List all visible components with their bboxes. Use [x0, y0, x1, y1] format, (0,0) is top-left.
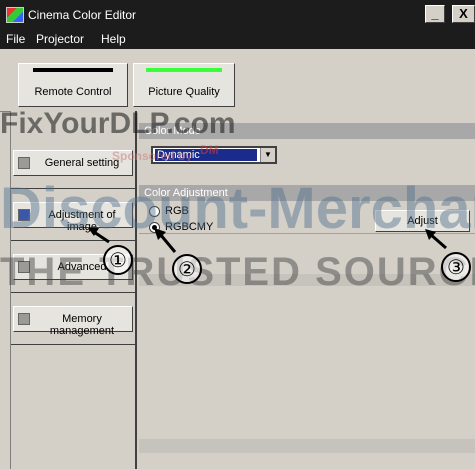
panel-band	[139, 439, 475, 453]
app-icon	[6, 7, 24, 23]
memory-management-label: Memory management	[49, 313, 115, 337]
picture-quality-label: Picture Quality	[148, 86, 220, 98]
menu-projector[interactable]: Projector	[36, 32, 84, 46]
remote-control-button[interactable]: Remote Control	[18, 63, 128, 107]
window-title: Cinema Color Editor	[28, 8, 137, 22]
menu-file[interactable]: File	[6, 32, 25, 46]
picture-quality-indicator	[146, 68, 222, 72]
minimize-button[interactable]: _	[425, 5, 445, 23]
site-watermark: FixYourDLP.com	[0, 107, 236, 140]
tagline-watermark: THE TRUSTED SOURCE FOR	[0, 250, 475, 294]
overlay-text: DM	[200, 143, 219, 157]
memory-management-button[interactable]: Memory management	[13, 306, 133, 337]
title-bar: Cinema Color Editor _ X	[0, 0, 475, 29]
callout-3: ③	[441, 252, 471, 282]
brand-watermark: Discount-Merchant	[0, 176, 475, 241]
memory-management-icon	[18, 313, 30, 325]
general-setting-icon	[18, 157, 30, 169]
close-button[interactable]: X	[452, 5, 475, 23]
picture-quality-button[interactable]: Picture Quality	[133, 63, 235, 107]
callout-1: ①	[103, 245, 133, 275]
callout-2: ②	[172, 254, 202, 284]
menu-bar: File Projector Help	[0, 29, 475, 49]
application-window: Cinema Color Editor _ X File Projector H…	[0, 0, 475, 469]
remote-control-label: Remote Control	[34, 86, 112, 98]
menu-help[interactable]: Help	[101, 32, 126, 46]
sidebar-item-memory: Memory management	[11, 293, 135, 345]
sponsor-watermark: Sponsored by	[112, 149, 193, 163]
toolbar: Remote Control Picture Quality	[0, 49, 475, 112]
chevron-down-icon[interactable]: ▼	[260, 148, 275, 162]
remote-control-indicator	[33, 68, 113, 72]
